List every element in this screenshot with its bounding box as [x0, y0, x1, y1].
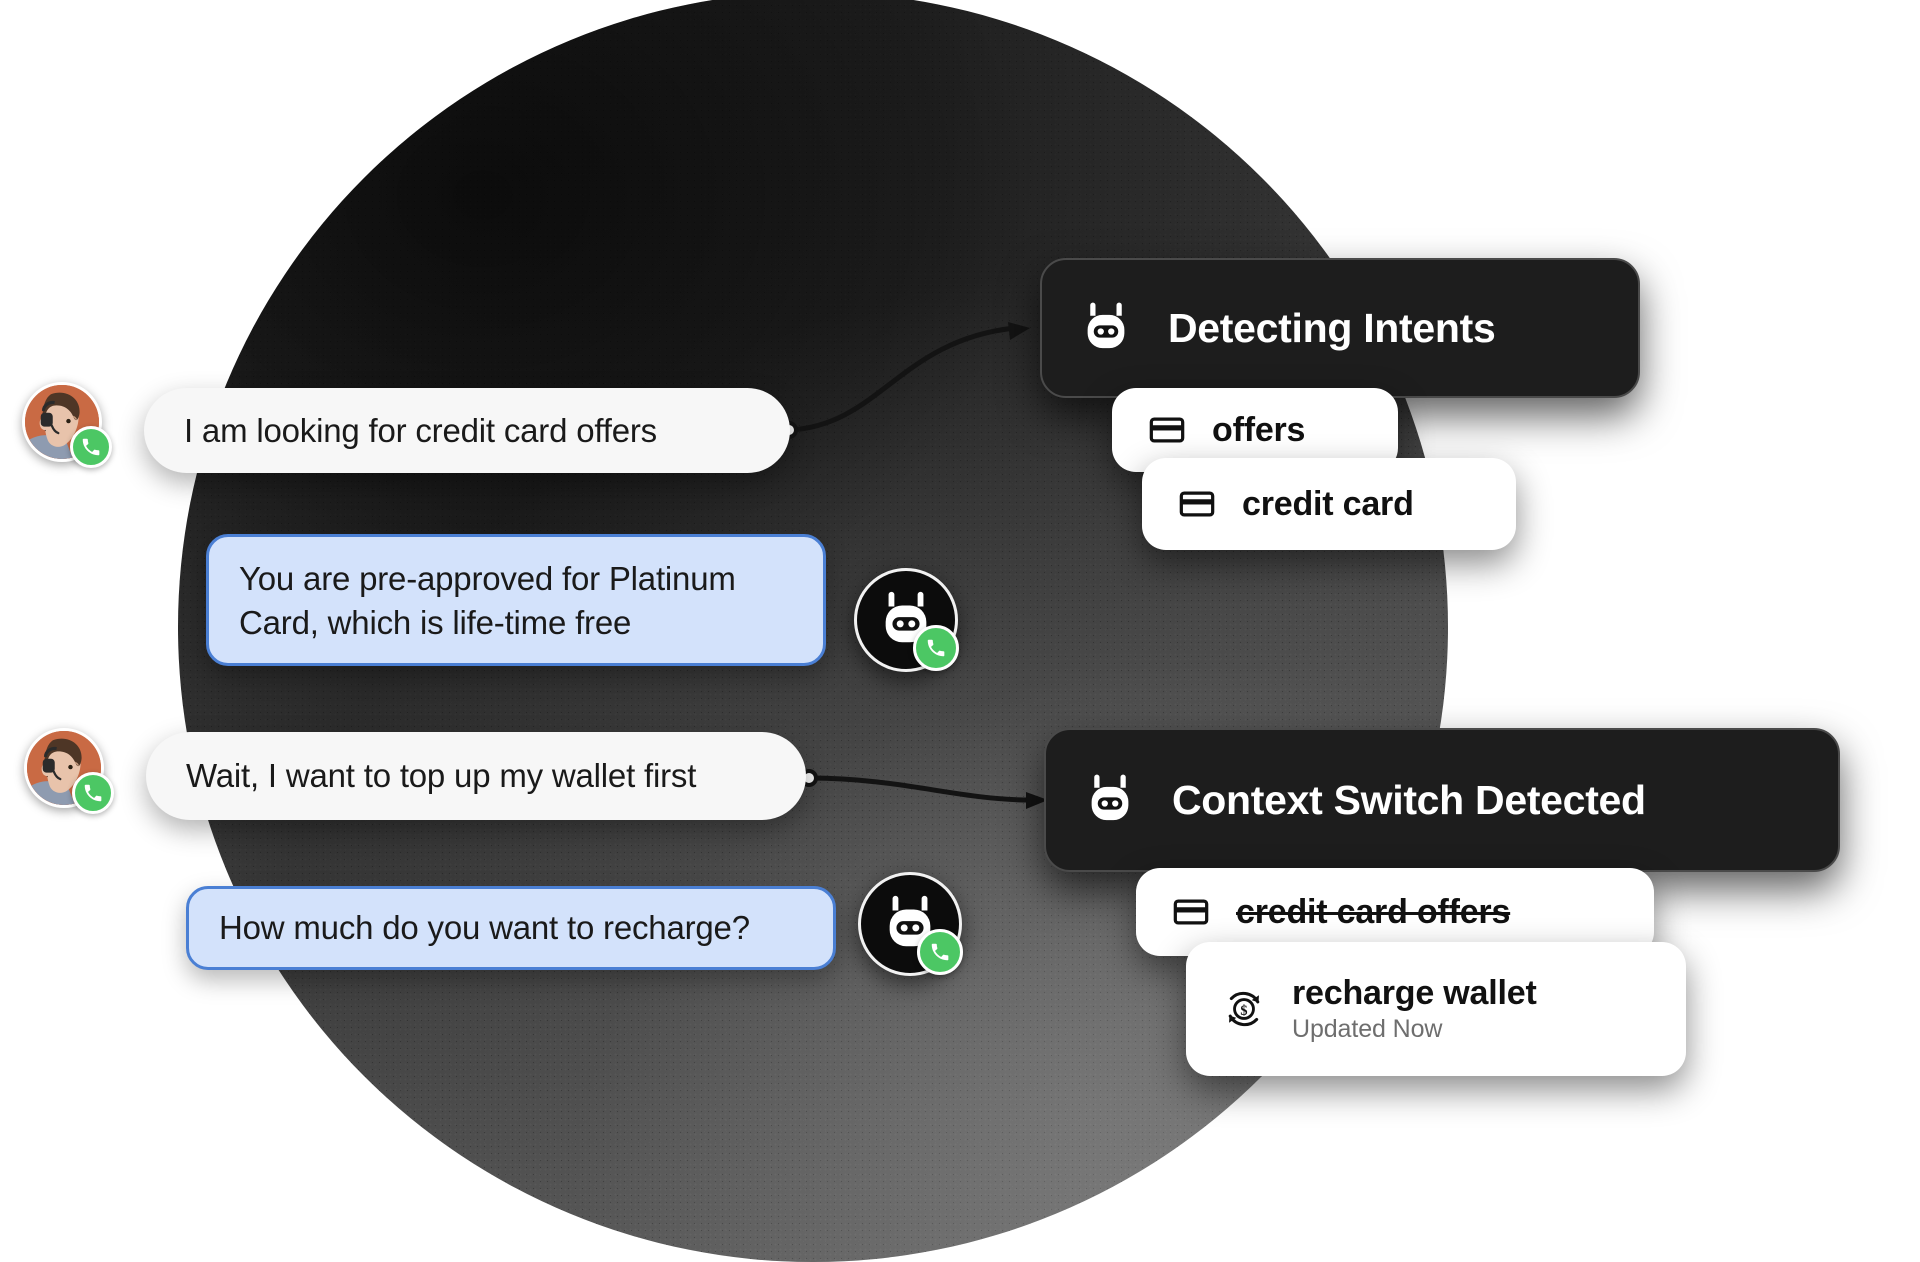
bot-icon	[1082, 772, 1138, 828]
tag-text-stack: recharge wallet Updated Now	[1292, 974, 1537, 1044]
panel-context-switch[interactable]: Context Switch Detected	[1044, 728, 1840, 872]
phone-icon	[925, 637, 947, 659]
chat-bubble-bot-1[interactable]: You are pre-approved for Platinum Card, …	[206, 534, 826, 666]
tag-label: credit card offers	[1236, 892, 1511, 931]
panel-detecting-intents[interactable]: Detecting Intents	[1040, 258, 1640, 398]
chat-bubble-line-2: Card, which is life-time free	[239, 603, 632, 641]
tag-label: offers	[1212, 410, 1306, 449]
phone-icon	[929, 941, 951, 963]
credit-card-icon	[1148, 411, 1186, 449]
scene-stage: I am looking for credit card offers You …	[0, 0, 1920, 1262]
chat-bubble-text: You are pre-approved for Platinum Card, …	[239, 557, 736, 644]
tag-sublabel: Updated Now	[1292, 1015, 1443, 1043]
chat-bubble-bot-2[interactable]: How much do you want to recharge?	[186, 886, 836, 970]
avatar-bot-1	[854, 568, 959, 672]
tag-label: recharge wallet	[1292, 974, 1537, 1012]
tag-label: credit card	[1242, 484, 1414, 523]
avatar-bot-2	[858, 872, 963, 976]
phone-icon	[80, 436, 102, 458]
recharge-money-icon	[1222, 987, 1266, 1031]
chat-bubble-user-1[interactable]: I am looking for credit card offers	[144, 388, 790, 473]
phone-badge	[72, 772, 114, 814]
phone-icon	[82, 782, 104, 804]
credit-card-icon	[1172, 893, 1210, 931]
tag-pill-credit-card[interactable]: credit card	[1142, 458, 1516, 550]
avatar-user-1	[22, 382, 112, 468]
chat-bubble-text: I am looking for credit card offers	[184, 411, 657, 449]
avatar-user-2	[24, 728, 114, 814]
phone-badge	[70, 426, 112, 468]
phone-badge	[913, 625, 959, 671]
tag-pill-recharge-wallet[interactable]: recharge wallet Updated Now	[1186, 942, 1686, 1076]
chat-bubble-line-1: You are pre-approved for Platinum	[239, 560, 736, 597]
bot-icon	[1078, 300, 1134, 356]
panel-title: Detecting Intents	[1168, 304, 1496, 351]
chat-bubble-text: How much do you want to recharge?	[219, 909, 750, 947]
panel-title: Context Switch Detected	[1172, 776, 1646, 823]
chat-bubble-user-2[interactable]: Wait, I want to top up my wallet first	[146, 732, 806, 820]
phone-badge	[917, 929, 963, 975]
credit-card-icon	[1178, 485, 1216, 523]
chat-bubble-text: Wait, I want to top up my wallet first	[186, 757, 697, 794]
